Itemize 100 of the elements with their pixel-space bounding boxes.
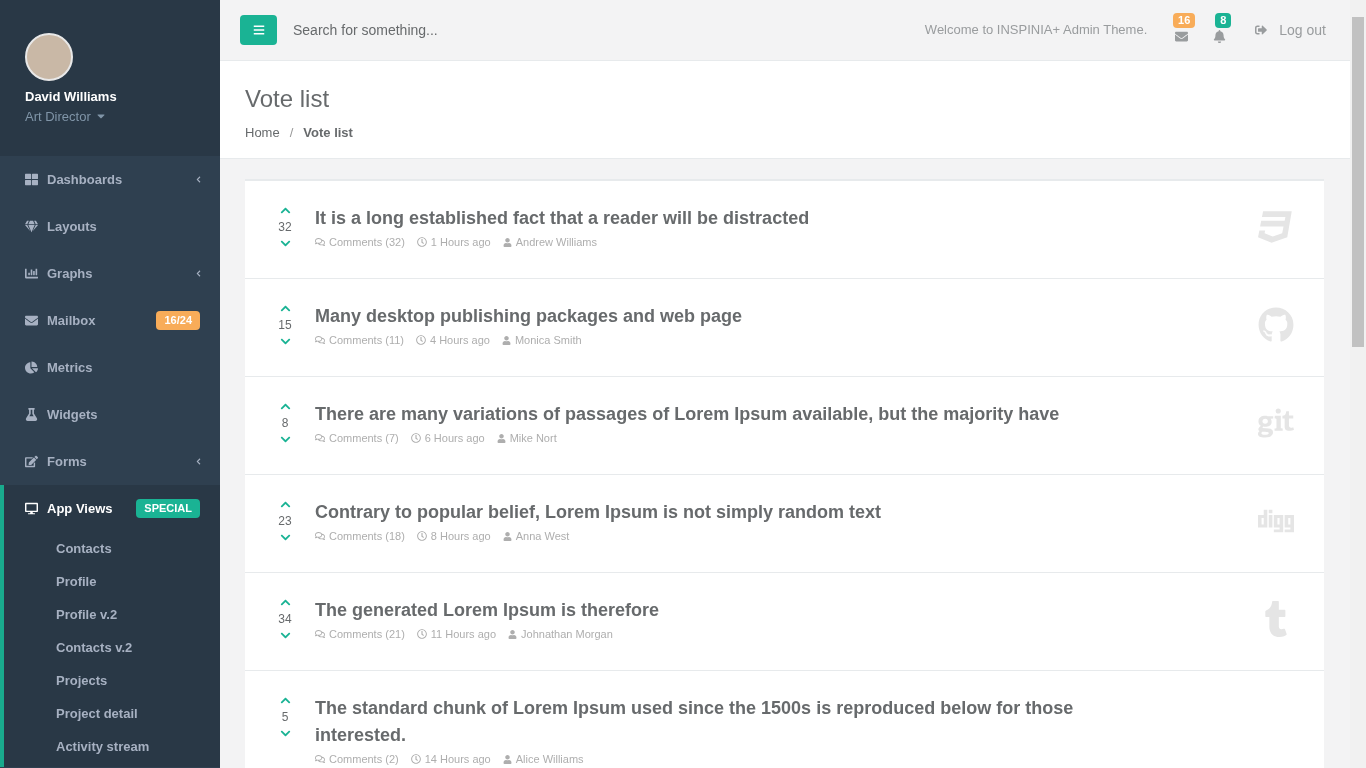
user-icon <box>496 433 506 443</box>
edit-icon <box>25 455 38 468</box>
nav-item[interactable]: App Views SPECIAL <box>4 485 220 532</box>
author-name: Mike Nort <box>509 431 557 446</box>
github-logo-icon <box>1258 307 1294 343</box>
bell-icon <box>1212 30 1226 43</box>
user-icon <box>502 531 512 541</box>
search-field[interactable]: Search for something... <box>293 19 693 41</box>
chevron-down-icon <box>279 336 291 347</box>
gem-icon <box>25 220 38 233</box>
vote-count: 8 <box>281 415 289 432</box>
post-time: 4 Hours ago <box>430 333 490 348</box>
nav-item[interactable]: Dashboards <box>0 156 220 203</box>
flask-icon <box>25 408 38 421</box>
nav-item[interactable]: Mailbox 16/24 <box>0 297 220 344</box>
vote-count: 15 <box>278 317 292 334</box>
nav-item[interactable]: Forms <box>0 438 220 485</box>
upvote-button[interactable] <box>279 303 291 314</box>
envelope-icon <box>25 314 38 327</box>
clock-icon <box>416 237 427 248</box>
role-dropdown[interactable]: Art Director <box>25 106 107 126</box>
comments-icon <box>315 531 325 542</box>
vote-count: 23 <box>278 513 292 530</box>
user-name: David Williams <box>25 88 117 106</box>
grid-icon <box>25 173 38 186</box>
welcome-text: Welcome to INSPINIA+ Admin Theme. <box>924 21 1148 40</box>
clock-icon <box>416 335 426 346</box>
bar-chart-icon <box>25 267 38 280</box>
post-time: 14 Hours ago <box>424 752 491 767</box>
vote-title-link[interactable]: The generated Lorem Ipsum is therefore <box>315 597 1258 624</box>
vote-title-link[interactable]: Contrary to popular belief, Lorem Ipsum is not simply random text <box>315 499 1258 526</box>
post-time: 8 Hours ago <box>430 529 491 544</box>
author-name: Andrew Williams <box>515 235 598 250</box>
vote-count: 34 <box>278 611 292 628</box>
nav-subitem[interactable]: Contacts <box>4 532 220 565</box>
nav-item[interactable]: Layouts <box>0 203 220 250</box>
post-time: 6 Hours ago <box>424 431 485 446</box>
page-title: Vote list <box>245 84 331 114</box>
chevron-up-icon <box>279 499 291 510</box>
comments-icon <box>315 335 325 346</box>
chevron-up-icon <box>279 303 291 314</box>
nav-subitem[interactable]: Activity stream <box>4 730 220 763</box>
menu-button[interactable] <box>240 15 277 45</box>
chevron-icon <box>195 176 202 183</box>
nav-subitem[interactable]: Profile <box>4 565 220 598</box>
nav-subitem[interactable]: Project detail <box>4 697 220 730</box>
breadcrumb-separator: / <box>288 124 295 142</box>
vote-title-link[interactable]: Many desktop publishing packages and web page <box>315 303 1258 330</box>
downvote-button[interactable] <box>279 532 291 543</box>
vote-title-link[interactable]: There are many variations of passages of Lorem Ipsum available, but the majority have <box>315 401 1258 428</box>
upvote-button[interactable] <box>279 499 291 510</box>
chevron-down-icon <box>279 630 291 641</box>
comments-count: Comments (18) <box>329 529 405 544</box>
menu-icon <box>252 24 265 36</box>
chevron-down-icon <box>279 728 291 739</box>
vote-title-link[interactable]: The standard chunk of Lorem Ipsum used since the 1500s is reproduced below for those interested. <box>315 695 1294 749</box>
clock-icon <box>416 629 427 640</box>
chevron-icon <box>195 270 202 277</box>
vote-count: 5 <box>281 709 289 726</box>
downvote-button[interactable] <box>279 630 291 641</box>
breadcrumb-link[interactable]: Vote list <box>303 123 353 143</box>
breadcrumb-link[interactable]: Home <box>245 123 280 143</box>
chevron-up-icon <box>279 205 291 216</box>
upvote-button[interactable] <box>279 205 291 216</box>
vote-count: 32 <box>278 219 292 236</box>
nav-subitem[interactable]: Projects <box>4 664 220 697</box>
downvote-button[interactable] <box>279 336 291 347</box>
nav-item[interactable]: Metrics <box>0 344 220 391</box>
chevron-up-icon <box>279 695 291 706</box>
desktop-icon <box>25 502 38 515</box>
chevron-down-icon <box>279 238 291 249</box>
chevron-down-icon <box>279 532 291 543</box>
clock-icon <box>416 531 427 542</box>
comments-count: Comments (32) <box>329 235 405 250</box>
chevron-icon <box>195 458 202 465</box>
mail-count-badge: 16 <box>1173 13 1196 28</box>
vote-title-link[interactable]: It is a long established fact that a reader will be distracted <box>315 205 1258 232</box>
comments-icon <box>315 433 325 444</box>
nav-subitem[interactable]: Profile v.2 <box>4 598 220 631</box>
envelope-icon <box>1174 30 1188 43</box>
css3-logo-icon <box>1258 209 1294 245</box>
nav-subitem[interactable]: Contacts v.2 <box>4 631 220 664</box>
nav-item[interactable]: Widgets <box>0 391 220 438</box>
upvote-button[interactable] <box>279 597 291 608</box>
downvote-button[interactable] <box>279 728 291 739</box>
upvote-button[interactable] <box>279 695 291 706</box>
downvote-button[interactable] <box>279 434 291 445</box>
nav-item[interactable]: Graphs <box>0 250 220 297</box>
user-icon <box>502 237 512 247</box>
chevron-down-icon <box>279 434 291 445</box>
post-time: 11 Hours ago <box>430 627 497 642</box>
post-time: 1 Hours ago <box>430 235 491 250</box>
comments-count: Comments (2) <box>329 752 399 767</box>
clock-icon <box>410 433 421 444</box>
comments-icon <box>315 237 325 248</box>
pie-chart-icon <box>25 361 38 374</box>
comments-icon <box>315 754 325 765</box>
upvote-button[interactable] <box>279 401 291 412</box>
downvote-button[interactable] <box>279 238 291 249</box>
author-name: Anna West <box>515 529 570 544</box>
